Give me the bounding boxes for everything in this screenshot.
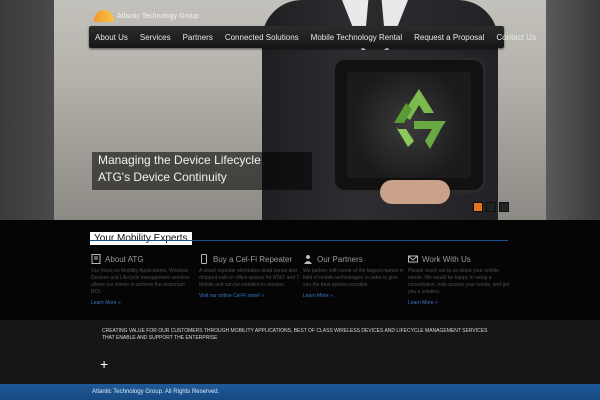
main-navigation: About Us Services Partners Connected Sol… <box>89 26 536 48</box>
feature-title-row: Work With Us <box>408 254 510 264</box>
feature-title: Work With Us <box>422 254 471 264</box>
slider-dot-2[interactable] <box>486 202 496 212</box>
feature-title: About ATG <box>105 254 144 264</box>
tagline-text: CREATING VALUE FOR OUR CUSTOMERS THROUGH… <box>102 328 488 341</box>
slider-dot-1[interactable] <box>473 202 483 212</box>
feature-title: Our Partners <box>317 254 363 264</box>
feature-our-partners: Our Partners We partner with some of the… <box>303 254 405 300</box>
nav-item-services[interactable]: Services <box>134 33 177 42</box>
hero-slider: Atlantic Technology Group About Us Servi… <box>0 0 600 220</box>
feature-description: We partner with some of the largest name… <box>303 268 404 288</box>
nav-item-partners[interactable]: Partners <box>177 33 219 42</box>
cel-fi-store-link[interactable]: Visit our online Cel-Fi store! » <box>199 293 301 299</box>
nav-item-mobile-technology-rental[interactable]: Mobile Technology Rental <box>305 33 408 42</box>
feature-about-atg: About ATG Our focus on Mobility Applicat… <box>91 254 193 306</box>
heading-rule <box>90 240 508 241</box>
site-footer: Atlantic Technology Group. All Rights Re… <box>0 384 600 400</box>
nav-item-contact-us[interactable]: Contact Us <box>490 33 542 42</box>
feature-cel-fi: Buy a Cel-Fi Repeater A smart repeater e… <box>199 254 301 299</box>
learn-more-link[interactable]: Learn More » <box>303 293 405 299</box>
features-section: Your Mobility Experts About ATG Our focu… <box>0 220 600 320</box>
learn-more-link[interactable]: Learn More » <box>408 300 510 306</box>
caption-line-2: ATG's Device Continuity <box>98 170 227 184</box>
slider-dot-3[interactable] <box>499 202 509 212</box>
feature-description: Please reach out to us about your mobile… <box>408 268 510 295</box>
phone-icon <box>201 254 207 264</box>
feature-title-row: Buy a Cel-Fi Repeater <box>199 254 301 264</box>
partners-icon <box>304 255 312 264</box>
site-logo[interactable]: Atlantic Technology Group <box>94 10 199 22</box>
expand-plus-icon[interactable]: + <box>100 356 108 372</box>
envelope-icon <box>408 255 418 263</box>
feature-work-with-us: Work With Us Please reach out to us abou… <box>408 254 510 306</box>
tagline-band: CREATING VALUE FOR OUR CUSTOMERS THROUGH… <box>0 320 600 384</box>
document-icon <box>91 254 101 264</box>
feature-title-row: Our Partners <box>303 254 405 264</box>
feature-description: Our focus on Mobility Applications, Wire… <box>91 268 190 295</box>
learn-more-link[interactable]: Learn More » <box>91 300 193 306</box>
copyright-text: Atlantic Technology Group. All Rights Re… <box>92 389 220 395</box>
feature-description: A smart repeater eliminates dead zones a… <box>199 268 301 288</box>
hand <box>380 180 450 204</box>
nav-item-about-us[interactable]: About Us <box>89 33 134 42</box>
nav-item-connected-solutions[interactable]: Connected Solutions <box>219 33 305 42</box>
nav-item-request-a-proposal[interactable]: Request a Proposal <box>408 33 490 42</box>
slide-caption: Managing the Device Lifecycle ATG's Devi… <box>92 152 312 190</box>
feature-title-row: About ATG <box>91 254 193 264</box>
logo-mark-icon <box>94 10 114 22</box>
section-heading: Your Mobility Experts <box>90 232 192 245</box>
recycle-icon <box>394 89 446 149</box>
slider-pagination <box>473 202 509 212</box>
logo-text: Atlantic Technology Group <box>117 12 199 20</box>
caption-line-1: Managing the Device Lifecycle <box>98 153 261 167</box>
feature-title: Buy a Cel-Fi Repeater <box>213 254 293 264</box>
